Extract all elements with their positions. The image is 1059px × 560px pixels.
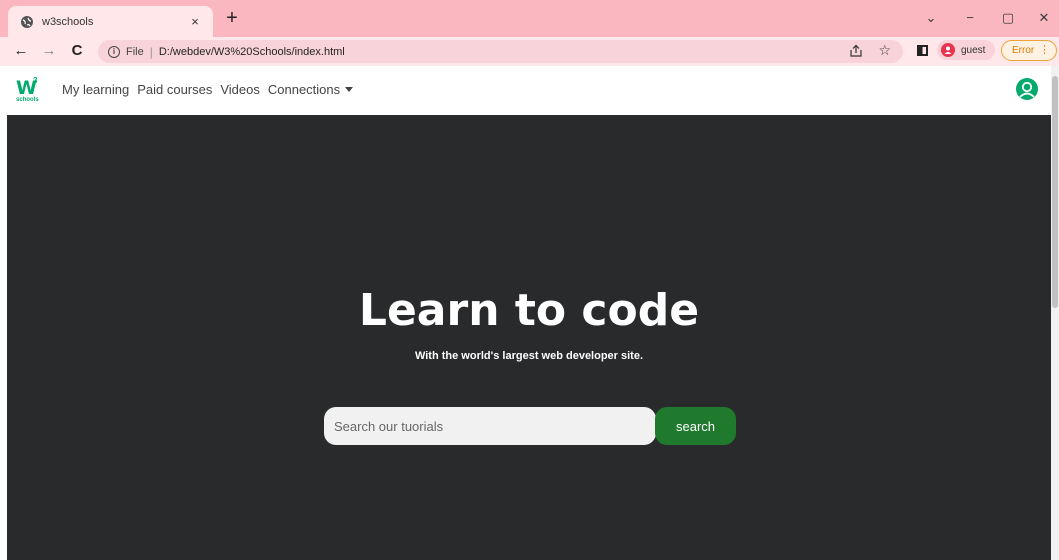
minimize-button[interactable]: − [955,7,985,31]
address-bar[interactable]: i File | D:/webdev/W3%20Schools/index.ht… [98,40,903,63]
tab-close-icon[interactable]: × [187,14,203,29]
reload-button[interactable]: C [66,41,88,63]
logo-word: schools [16,97,39,103]
nav-link-paid-courses[interactable]: Paid courses [137,82,212,97]
nav-link-my-learning[interactable]: My learning [62,82,129,97]
protocol-label: File [126,45,144,58]
tab-search-icon[interactable]: ⌄ [916,7,946,31]
profile-button[interactable]: guest [937,40,995,60]
tab-title: w3schools [42,15,94,28]
hero-section: Learn to code With the world's largest w… [7,115,1051,560]
logo-superscript: 3 [33,76,38,85]
hero-subtitle: With the world's largest web developer s… [414,350,644,362]
error-label: Error [1012,45,1035,56]
url-text[interactable]: D:/webdev/W3%20Schools/index.html [159,46,345,58]
w3schools-logo[interactable]: W 3 schools [16,76,44,107]
share-icon[interactable] [849,44,863,58]
web-page: W 3 schools My learning Paid courses Vid… [7,66,1051,560]
profile-name: guest [961,44,986,56]
kebab-menu-icon[interactable]: ⋮ [1039,43,1050,57]
profile-avatar-icon [941,43,955,57]
error-button[interactable]: Error ⋮ [1001,40,1057,61]
nav-link-videos[interactable]: Videos [220,82,260,97]
nav-links: My learning Paid courses Videos Connecti… [62,82,361,97]
browser-toolbar: ← → C i File | D:/webdev/W3%20Schools/in… [0,37,1059,66]
site-navbar: W 3 schools My learning Paid courses Vid… [7,66,1051,115]
forward-button[interactable]: → [38,41,60,63]
bookmark-star-icon[interactable]: ☆ [878,42,891,59]
new-tab-button[interactable]: + [220,7,244,31]
browser-tab[interactable]: w3schools × [8,6,213,37]
back-button[interactable]: ← [10,41,32,63]
close-window-button[interactable]: ✕ [1029,7,1059,31]
restore-button[interactable]: ▢ [993,7,1023,31]
browser-tabstrip: w3schools × + ⌄ − ▢ ✕ [0,0,1059,37]
hero-title: Learn to code [358,285,700,336]
search-button[interactable]: search [655,407,736,445]
scrollbar-thumb[interactable] [1052,76,1058,308]
globe-icon [20,15,34,29]
vertical-scrollbar[interactable] [1051,66,1059,560]
user-account-icon[interactable] [1016,78,1038,100]
nav-link-connections[interactable]: Connections [267,82,354,97]
side-panel-icon[interactable] [917,45,928,56]
nav-link-connections-label: Connections [267,82,341,97]
address-separator: | [149,44,153,59]
caret-down-icon [345,87,354,92]
info-icon[interactable]: i [108,45,120,58]
search-input[interactable] [324,407,656,445]
